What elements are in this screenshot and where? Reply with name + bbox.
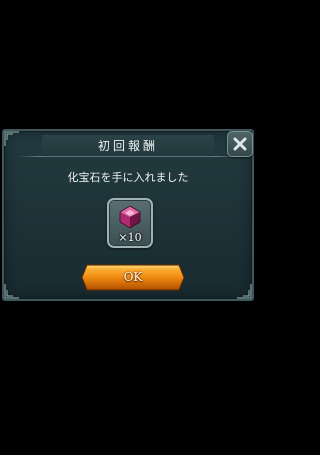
corner-ornament <box>236 283 252 299</box>
ok-button-label: OK <box>123 270 143 284</box>
reward-dialog: 初回報酬 化宝石を手に入れました ×10 OK <box>2 129 254 301</box>
reward-quantity: ×10 <box>118 231 142 244</box>
corner-ornament <box>4 283 20 299</box>
dialog-title: 初回報酬 <box>97 139 158 153</box>
reward-message: 化宝石を手に入れました <box>67 171 189 184</box>
reward-item-slot: ×10 <box>107 198 153 248</box>
corner-ornament <box>4 131 20 147</box>
close-button[interactable] <box>227 131 253 157</box>
dialog-title-bar: 初回報酬 <box>18 135 238 157</box>
ok-button[interactable]: OK <box>81 264 185 291</box>
close-x-icon <box>233 137 247 151</box>
game-screen: 初回報酬 化宝石を手に入れました ×10 OK <box>0 0 256 455</box>
pink-gem-icon <box>118 205 142 233</box>
